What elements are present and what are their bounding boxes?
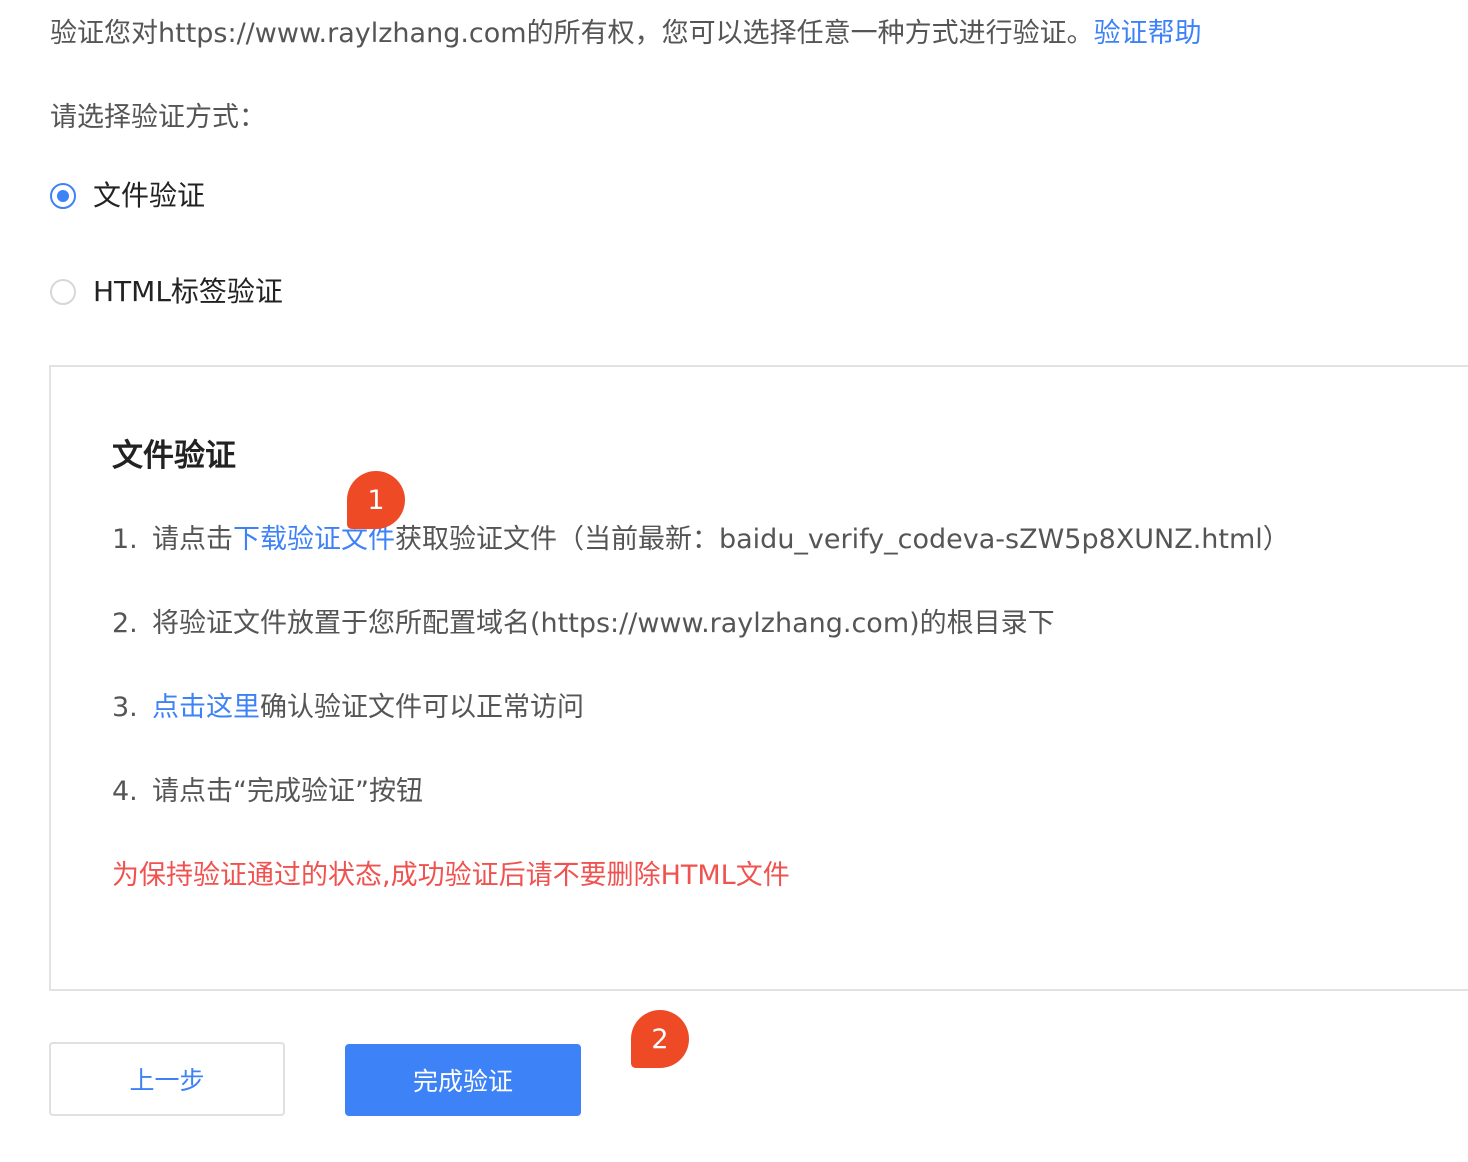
verification-help-link[interactable]: 验证帮助: [1094, 18, 1202, 49]
step-1-prefix: 请点击: [152, 524, 233, 555]
radio-unselected-icon[interactable]: [50, 279, 76, 305]
step-3-suffix: 确认验证文件可以正常访问: [260, 692, 584, 723]
choose-method-label: 请选择验证方式：: [50, 102, 266, 133]
step-2-text: 将验证文件放置于您所配置域名(https://www.raylzhang.com…: [152, 608, 1055, 639]
method-option-file[interactable]: 文件验证: [50, 176, 205, 216]
method-option-html-tag[interactable]: HTML标签验证: [50, 272, 283, 312]
annotation-badge-1: 1: [347, 471, 405, 529]
previous-step-button[interactable]: 上一步: [49, 1042, 285, 1116]
method-option-file-label: 文件验证: [93, 179, 206, 212]
keep-file-warning: 为保持验证通过的状态,成功验证后请不要删除HTML文件: [112, 860, 790, 891]
click-here-link[interactable]: 点击这里: [152, 692, 260, 723]
step-4: 4. 请点击“完成验证”按钮: [112, 772, 423, 812]
step-number: 4.: [112, 776, 138, 807]
step-1-suffix: 获取验证文件（当前最新：baidu_verify_codeva-sZW5p8XU…: [395, 524, 1290, 555]
complete-verification-button[interactable]: 完成验证: [345, 1044, 581, 1116]
step-number: 1.: [112, 524, 138, 555]
intro-description: 验证您对https://www.raylzhang.com的所有权，您可以选择任…: [50, 18, 1094, 49]
file-verification-panel: [49, 365, 1468, 991]
step-number: 3.: [112, 692, 138, 723]
annotation-badge-2: 2: [631, 1010, 689, 1068]
method-option-html-tag-label: HTML标签验证: [93, 275, 283, 308]
step-2: 2. 将验证文件放置于您所配置域名(https://www.raylzhang.c…: [112, 604, 1055, 644]
radio-selected-icon[interactable]: [50, 183, 76, 209]
step-3: 3. 点击这里确认验证文件可以正常访问: [112, 688, 584, 728]
intro-text: 验证您对https://www.raylzhang.com的所有权，您可以选择任…: [50, 14, 1202, 54]
panel-title: 文件验证: [112, 438, 236, 474]
step-number: 2.: [112, 608, 138, 639]
step-4-text: 请点击“完成验证”按钮: [152, 776, 423, 807]
radio-dot: [57, 190, 69, 202]
step-1: 1. 请点击下载验证文件获取验证文件（当前最新：baidu_verify_code…: [112, 520, 1290, 560]
